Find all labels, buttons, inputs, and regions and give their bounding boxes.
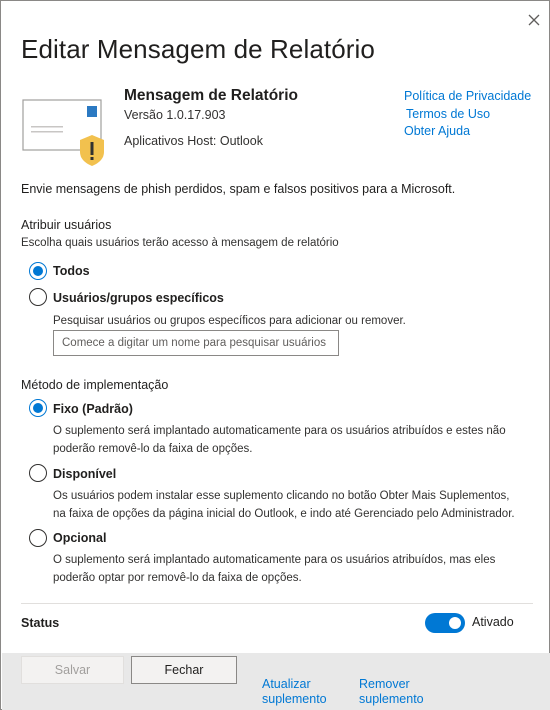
radio-optional-label[interactable]: Opcional	[53, 531, 106, 545]
close-footer-button[interactable]: Fechar	[131, 656, 237, 684]
radio-available-label[interactable]: Disponível	[53, 467, 116, 481]
assign-users-title: Atribuir usuários	[21, 218, 112, 232]
envelope-warning-icon	[21, 98, 111, 168]
remove-addin-link[interactable]: Remover suplemento	[359, 677, 439, 707]
available-help-text: Os usuários podem instalar esse suplemen…	[53, 490, 515, 520]
deploy-method-title: Método de implementação	[21, 378, 169, 392]
radio-fixed[interactable]	[29, 399, 47, 417]
radio-all-users-label[interactable]: Todos	[53, 264, 90, 278]
radio-specific-users-label[interactable]: Usuários/grupos específicos	[53, 291, 224, 305]
fixed-help-text: O suplemento será implantado automaticam…	[53, 425, 506, 455]
close-icon	[528, 14, 540, 26]
divider	[21, 603, 533, 604]
status-toggle[interactable]	[425, 613, 465, 633]
terms-of-use-link[interactable]: Termos de Uso	[406, 107, 490, 121]
search-help-text: Pesquisar usuários ou grupos específicos…	[53, 315, 406, 327]
radio-available[interactable]	[29, 464, 47, 482]
save-button[interactable]: Salvar	[21, 656, 124, 684]
radio-specific-users[interactable]	[29, 288, 47, 306]
privacy-policy-link[interactable]: Política de Privacidade	[404, 89, 531, 103]
app-name: Mensagem de Relatório	[124, 87, 298, 104]
radio-fixed-label[interactable]: Fixo (Padrão)	[53, 402, 133, 416]
dialog-title: Editar Mensagem de Relatório	[21, 34, 375, 64]
radio-all-users[interactable]	[29, 262, 47, 280]
close-button[interactable]	[523, 9, 545, 31]
edit-report-message-dialog: Editar Mensagem de Relatório Mensagem de…	[0, 0, 550, 710]
app-version: Versão 1.0.17.903	[124, 108, 226, 122]
update-addin-link[interactable]: Atualizar suplemento	[262, 677, 342, 707]
assign-users-subtitle: Escolha quais usuários terão acesso à me…	[21, 237, 339, 249]
user-search-input[interactable]	[53, 330, 339, 356]
status-value: Ativado	[472, 615, 514, 629]
app-description: Envie mensagens de phish perdidos, spam …	[21, 182, 456, 196]
radio-optional[interactable]	[29, 529, 47, 547]
get-help-link[interactable]: Obter Ajuda	[404, 124, 470, 138]
app-hosts: Aplicativos Host: Outlook	[124, 134, 263, 148]
status-label: Status	[21, 616, 60, 630]
optional-help-text: O suplemento será implantado automaticam…	[53, 554, 496, 584]
